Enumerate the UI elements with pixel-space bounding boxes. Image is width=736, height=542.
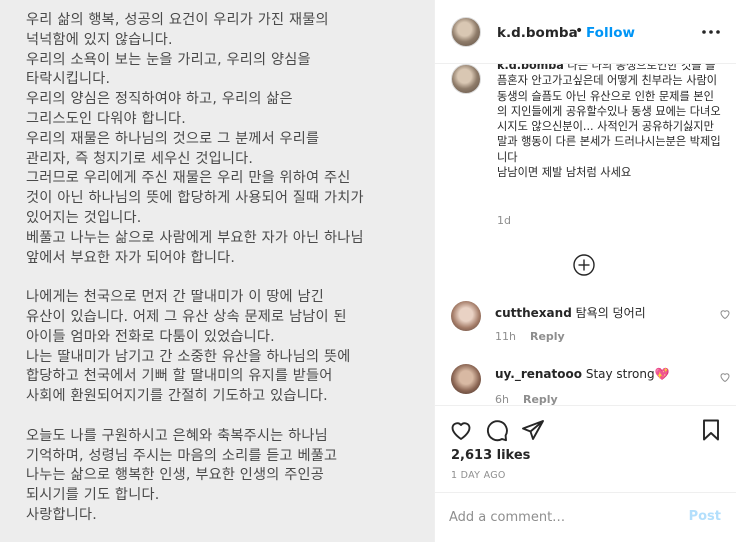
avatar[interactable] (451, 17, 481, 47)
post-image-line: 것이 아닌 하나님의 뜻에 합당하게 사용되어 질때 가치가 (26, 190, 364, 207)
post-image-line: 나는 딸내미가 남기고 간 소중한 유산을 하나님의 뜻에 (26, 348, 351, 365)
post-sidebar: k.d.bomba • Follow k.d.bomba 나는 나의 동생으로인… (434, 0, 736, 542)
post-image-line: 앞에서 부요한 자가 되어야 합니다. (26, 249, 236, 266)
likes-count[interactable]: 2,613 likes (451, 448, 530, 463)
comments-section[interactable]: k.d.bomba 나는 나의 동생으로인한 것을 슬픔혼자 안고가고싶은데 어… (435, 64, 736, 405)
comment-text: uy._renatooo Stay strong💖 (495, 367, 670, 381)
post-image-line: 합당하고 천국에서 기뻐 할 딸내미의 유지를 받들어 (26, 368, 333, 385)
comment-meta: 6h Reply (495, 393, 558, 405)
comment-avatar[interactable] (451, 301, 481, 331)
comment-text: cutthexand 탐욕의 덩어리 (495, 304, 646, 321)
separator-dot: • (575, 23, 584, 39)
bookmark-icon[interactable] (699, 418, 723, 442)
post-image-line: 나누는 삶으로 행복한 인생, 부요한 인생의 주인공 (26, 467, 325, 484)
post-image-line: 나에게는 천국으로 먼저 간 딸내미가 이 땅에 남긴 (26, 289, 325, 306)
header-username[interactable]: k.d.bomba (497, 25, 578, 41)
post-image-line: 기억하며, 성령님 주시는 마음의 소리를 듣고 베풀고 (26, 447, 338, 464)
reply-button[interactable]: Reply (523, 393, 558, 405)
comment-item: cutthexand 탐욕의 덩어리 11h Reply (451, 301, 731, 343)
post-image-line: 그리스도인 다워야 합니다. (26, 110, 186, 127)
post-image-line: 오늘도 나를 구원하시고 은혜와 축복주시는 하나님 (26, 427, 328, 444)
post-image-line: 사회에 환원되어지기를 간절히 기도하고 있습니다. (26, 388, 328, 405)
comment-icon[interactable] (485, 418, 509, 442)
heart-icon[interactable] (449, 418, 473, 442)
post-image-line: 우리의 재물은 하나님의 것으로 그 분께서 우리를 (26, 130, 320, 147)
post-image-line: 우리의 양심은 정직하여야 하고, 우리의 삶은 (26, 91, 293, 108)
comment-item: uy._renatooo Stay strong💖 6h Reply (451, 364, 731, 405)
post-image-line: 베풀고 나누는 삶으로 사람에게 부요한 자가 아닌 하나님 (26, 229, 364, 246)
post-image: 우리 삶의 행복, 성공의 요건이 우리가 가진 재물의넉넉함에 있지 않습니다… (0, 0, 434, 542)
comment-username[interactable]: uy._renatooo (495, 367, 582, 381)
post-date[interactable]: 1 DAY AGO (451, 470, 506, 481)
post-image-line: 그러므로 우리에게 주신 재물은 우리 만을 위하여 주신 (26, 170, 351, 187)
post-image-line: 되시기를 기도 합니다. (26, 487, 160, 504)
plus-circle-icon[interactable] (573, 254, 595, 276)
post-image-text: 우리 삶의 행복, 성공의 요건이 우리가 가진 재물의넉넉함에 있지 않습니다… (26, 11, 426, 526)
heart-icon[interactable] (719, 371, 731, 383)
reply-button[interactable]: Reply (530, 330, 565, 343)
caption-text: k.d.bomba 나는 나의 동생으로인한 것을 슬픔혼자 안고가고싶은데 어… (497, 64, 721, 180)
post-image-line: 우리 삶의 행복, 성공의 요건이 우리가 가진 재물의 (26, 12, 329, 28)
comment-input[interactable] (449, 505, 679, 529)
more-horizontal-icon[interactable] (701, 24, 721, 40)
comment-username[interactable]: cutthexand (495, 306, 572, 320)
post-image-line: 타락시킵니다. (26, 71, 111, 88)
comment-avatar[interactable] (451, 364, 481, 394)
post-image-line: 관리자, 즉 청지기로 세우신 것입니다. (26, 150, 254, 167)
share-icon[interactable] (521, 418, 545, 442)
post-image-line: 넉넉함에 있지 않습니다. (26, 31, 173, 48)
caption-avatar[interactable] (451, 64, 481, 94)
follow-button[interactable]: Follow (586, 25, 635, 41)
post-actions: 2,613 likes 1 DAY AGO (435, 405, 736, 499)
comment-meta: 11h Reply (495, 330, 565, 343)
comment-body: 탐욕의 덩어리 (575, 306, 646, 320)
comment-time: 6h (495, 393, 509, 405)
caption-username[interactable]: k.d.bomba (497, 64, 564, 72)
post-image-line: 있어지는 것입니다. (26, 209, 142, 226)
caption-time: 1d (497, 214, 511, 227)
post-image-line: 사랑합니다. (26, 506, 97, 523)
heart-icon[interactable] (719, 308, 731, 320)
post-image-line: 우리의 소욕이 보는 눈을 가리고, 우리의 양심을 (26, 51, 311, 68)
post-comment-button[interactable]: Post (689, 509, 721, 524)
comment-time: 11h (495, 330, 516, 343)
comment-body: Stay strong💖 (585, 367, 670, 381)
post-image-line: 아이들 엄마와 전화로 다툼이 있었습니다. (26, 328, 275, 345)
post-header: k.d.bomba • Follow (435, 0, 736, 64)
post-image-line: 유산이 있습니다. 어제 그 유산 상속 문제로 남남이 된 (26, 308, 347, 325)
add-comment-bar: Post (435, 492, 736, 542)
caption-body: 나는 나의 동생으로인한 것을 슬픔혼자 안고가고싶은데 어떻게 친부라는 사람… (497, 64, 721, 180)
